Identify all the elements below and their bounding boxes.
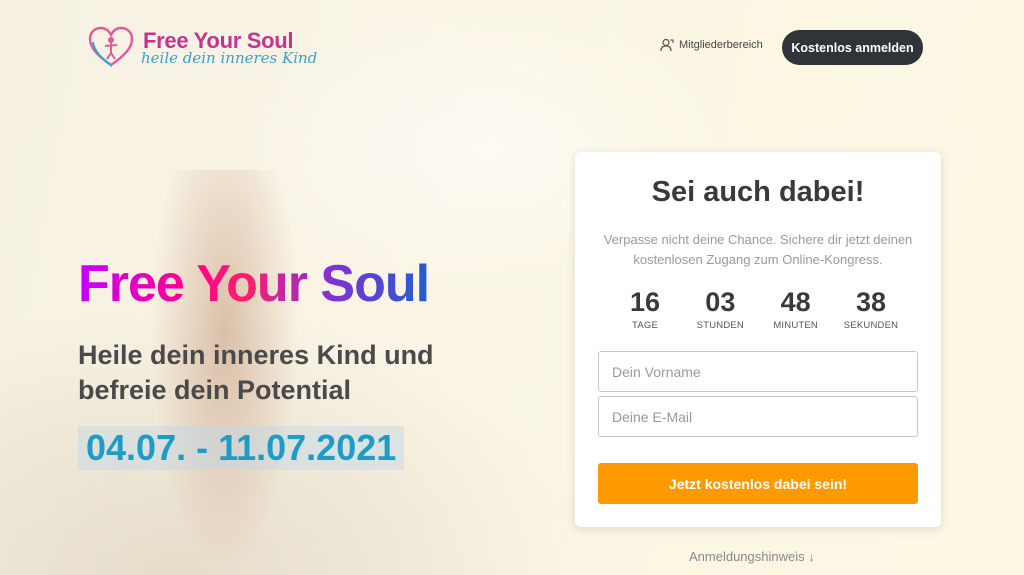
- countdown-value: 48: [780, 287, 811, 317]
- hero-title: Free Your Soul: [78, 255, 430, 313]
- countdown-label: TAGE: [632, 320, 658, 331]
- hero-subtitle: Heile dein inneres Kind und befreie dein…: [78, 340, 434, 405]
- countdown-hours: 03 STUNDEN: [688, 286, 752, 331]
- countdown-value: 03: [705, 287, 736, 317]
- logo-tagline: heile dein inneres Kind: [141, 49, 318, 67]
- heart-logo-icon: [88, 26, 134, 67]
- countdown-value: 38: [855, 287, 886, 317]
- countdown-label: MINUTEN: [773, 320, 818, 331]
- countdown-days: 16 TAGE: [613, 286, 677, 331]
- member-user-icon: [660, 38, 674, 52]
- countdown-label: STUNDEN: [696, 320, 744, 331]
- member-area-label: Mitgliederbereich: [679, 39, 763, 51]
- signup-title: Sei auch dabei!: [651, 176, 865, 208]
- signup-text: Verpasse nicht deine Chance. Sichere dir…: [603, 232, 913, 267]
- registration-hint-link[interactable]: Anmeldungshinweis ↓: [689, 549, 815, 564]
- firstname-input[interactable]: [598, 351, 918, 392]
- countdown-minutes: 48 MINUTEN: [764, 286, 828, 331]
- register-button[interactable]: Kostenlos anmelden: [782, 30, 923, 65]
- site-logo[interactable]: Free Your Soul heile dein inneres Kind: [88, 26, 318, 70]
- countdown-seconds: 38 SEKUNDEN: [839, 286, 903, 331]
- submit-button[interactable]: Jetzt kostenlos dabei sein!: [598, 463, 918, 504]
- countdown-label: SEKUNDEN: [843, 320, 899, 331]
- countdown: 16 TAGE 03 STUNDEN 48 MINUTEN 38 SEKUNDE…: [613, 286, 903, 331]
- signup-card: Sei auch dabei! Verpasse nicht deine Cha…: [575, 152, 941, 527]
- countdown-value: 16: [629, 287, 661, 317]
- event-dates: 04.07. - 11.07.2021: [78, 426, 405, 470]
- email-input[interactable]: [598, 396, 918, 437]
- member-area-link[interactable]: Mitgliederbereich: [660, 38, 763, 52]
